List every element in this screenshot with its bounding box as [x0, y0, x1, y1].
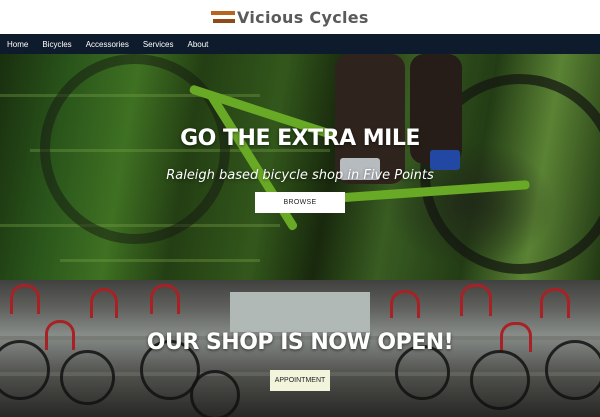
- site-header: Vicious Cycles: [0, 0, 600, 34]
- hero-subtitle: Raleigh based bicycle shop in Five Point…: [166, 168, 434, 183]
- logo-stripes-icon: [211, 10, 235, 24]
- shop-open-banner: OUR SHOP IS NOW OPEN! APPOINTMENT: [0, 280, 600, 417]
- appointment-button[interactable]: APPOINTMENT: [270, 370, 330, 391]
- hero-title: GO THE EXTRA MILE: [180, 126, 420, 151]
- nav-item-about[interactable]: About: [188, 40, 209, 49]
- hero-banner: GO THE EXTRA MILE Raleigh based bicycle …: [0, 54, 600, 280]
- nav-item-home[interactable]: Home: [7, 40, 28, 49]
- hero-overlay: [0, 54, 600, 280]
- site-logo[interactable]: Vicious Cycles: [211, 7, 369, 27]
- logo-text: Vicious Cycles: [237, 7, 369, 27]
- nav-item-bicycles[interactable]: Bicycles: [42, 40, 71, 49]
- nav-item-accessories[interactable]: Accessories: [86, 40, 129, 49]
- nav-item-services[interactable]: Services: [143, 40, 174, 49]
- main-nav: Home Bicycles Accessories Services About: [0, 34, 600, 54]
- shop-title: OUR SHOP IS NOW OPEN!: [146, 330, 454, 355]
- browse-button[interactable]: BROWSE: [255, 192, 345, 213]
